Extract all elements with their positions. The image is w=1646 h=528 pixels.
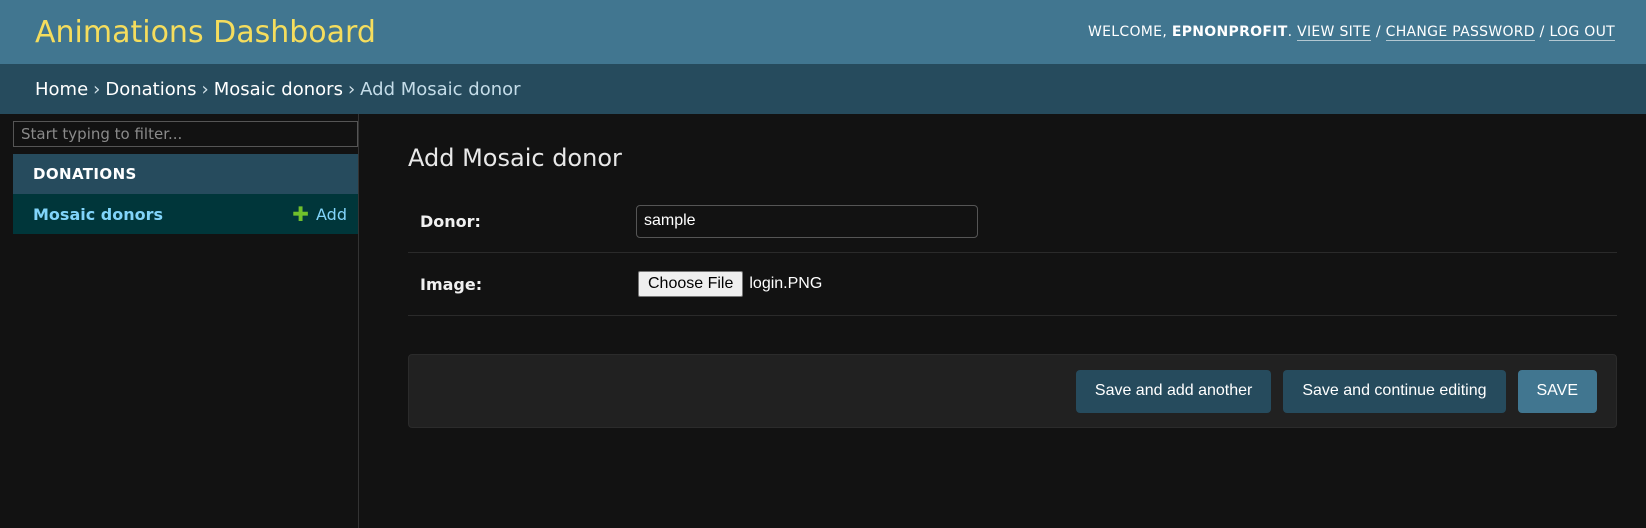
form-row-donor: Donor: — [408, 190, 1617, 253]
plus-icon: ✚ — [292, 202, 310, 226]
sidebar-filter-input[interactable] — [13, 121, 358, 147]
main-container: DONATIONS Mosaic donors ✚ Add Add Mosaic… — [0, 114, 1646, 528]
breadcrumb-separator: › — [93, 78, 101, 100]
add-mosaic-donor-link[interactable]: ✚ Add — [292, 204, 347, 224]
image-file-input: Choose File login.PNG — [636, 271, 822, 297]
sidebar-item-label[interactable]: Mosaic donors — [33, 205, 163, 224]
image-label: Image: — [420, 274, 483, 294]
breadcrumb-mosaic-donors[interactable]: Mosaic donors — [214, 79, 343, 100]
site-header: Animations Dashboard WELCOME, EPNONPROFI… — [0, 0, 1646, 64]
breadcrumb-donations[interactable]: Donations — [105, 79, 196, 100]
form-row-image: Image: Choose File login.PNG — [408, 253, 1617, 316]
sidebar-item-mosaic-donors: Mosaic donors ✚ Add — [13, 194, 358, 234]
breadcrumb: Home › Donations › Mosaic donors › Add M… — [0, 64, 1646, 114]
log-out-link[interactable]: LOG OUT — [1549, 24, 1615, 41]
breadcrumb-separator: › — [201, 78, 209, 100]
app-caption-donations[interactable]: DONATIONS — [13, 154, 358, 194]
user-tools: WELCOME, EPNONPROFIT. VIEW SITE / CHANGE… — [1088, 24, 1615, 41]
save-and-add-another-button[interactable]: Save and add another — [1075, 369, 1272, 413]
change-password-link[interactable]: CHANGE PASSWORD — [1385, 24, 1535, 41]
submit-row: Save and add another Save and continue e… — [408, 354, 1617, 428]
nav-sidebar: DONATIONS Mosaic donors ✚ Add — [0, 114, 359, 528]
separator: / — [1539, 24, 1545, 40]
breadcrumb-current: Add Mosaic donor — [360, 78, 521, 100]
breadcrumb-separator: › — [347, 78, 356, 100]
content-area: Add Mosaic donor Donor: Image: Choose Fi… — [359, 114, 1646, 528]
username: EPNONPROFIT — [1171, 24, 1288, 40]
donor-label: Donor: — [420, 211, 481, 231]
page-title: Add Mosaic donor — [408, 144, 622, 172]
view-site-link[interactable]: VIEW SITE — [1297, 24, 1372, 41]
breadcrumb-home[interactable]: Home — [35, 79, 88, 100]
selected-file-name: login.PNG — [749, 275, 823, 292]
save-and-continue-button[interactable]: Save and continue editing — [1283, 369, 1506, 413]
welcome-text: WELCOME, — [1088, 24, 1168, 40]
add-link-label: Add — [316, 204, 347, 224]
save-button[interactable]: SAVE — [1517, 369, 1597, 413]
site-title[interactable]: Animations Dashboard — [35, 15, 376, 50]
separator: / — [1375, 24, 1381, 40]
donor-field[interactable] — [636, 204, 978, 238]
choose-file-button[interactable]: Choose File — [638, 271, 744, 297]
